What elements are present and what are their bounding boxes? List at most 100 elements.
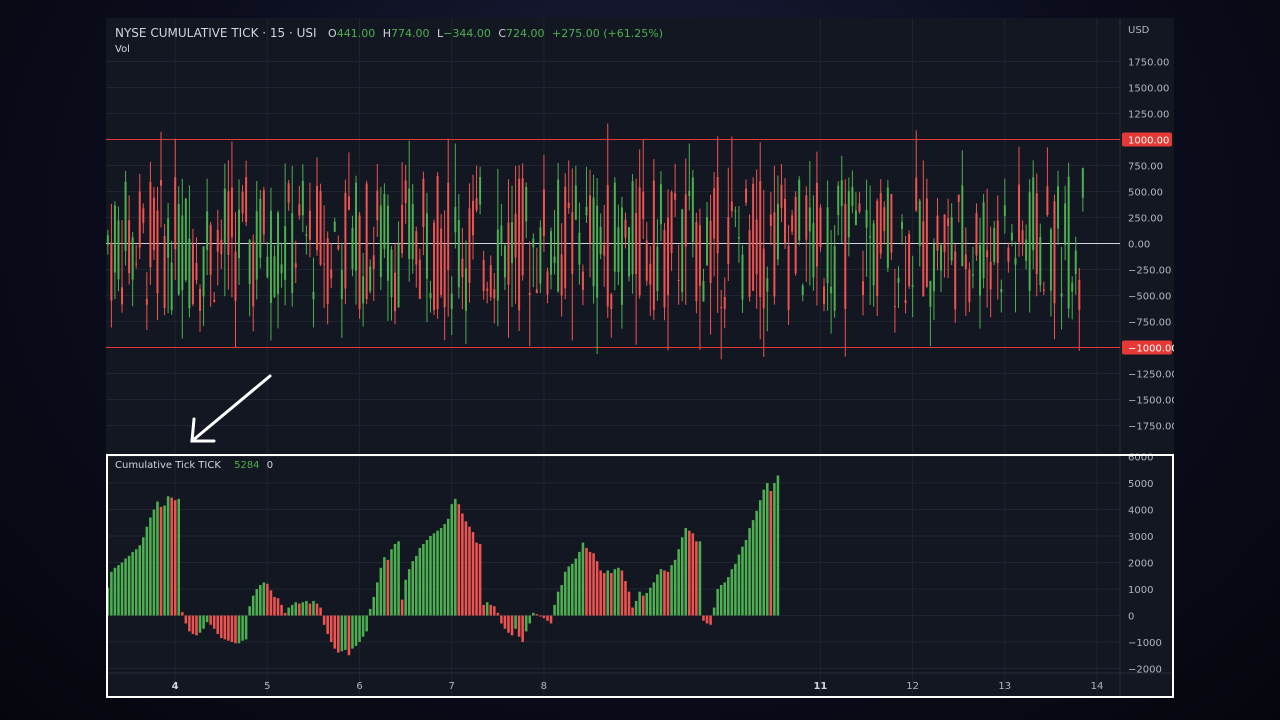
candle-body [535,289,538,294]
candle-body [199,288,202,311]
candle-body [1025,239,1028,261]
candle-body [376,190,379,221]
tick-bar [425,539,429,616]
tick-bar [110,571,113,616]
tick-bar [376,582,379,616]
tick-bar [134,549,138,616]
tick-bar [202,615,205,629]
tick-bar [503,615,507,629]
price-tick-label: 250.00 [1128,214,1163,225]
candle-body [1053,201,1056,304]
candle-body [574,185,577,220]
candle-body [769,214,772,226]
ohlc-close-key: C [498,27,507,40]
tick-bar [606,570,610,616]
tick-bar [758,500,762,616]
candle-body [808,207,811,232]
candle-body [652,180,655,311]
candle-body [365,183,368,300]
indicator-legend[interactable]: Cumulative Tick TICK 5284 0 [115,460,277,471]
candle-body [915,177,918,211]
candle-body [305,234,308,236]
candle-body [436,176,439,310]
candle-body [982,202,985,279]
tick-bar [251,595,255,616]
candle-body [486,288,489,292]
time-tick-label: 7 [448,681,454,692]
candle-body [922,221,925,297]
tick-bar [329,615,333,642]
volume-label[interactable]: Vol [115,44,130,55]
indicator-tick-label: 3000 [1128,532,1153,543]
candle-body [294,263,297,268]
candle-body [135,263,138,265]
price-tick-label: 0.00 [1128,240,1150,251]
candle-body [284,226,287,281]
candle-body [557,179,560,292]
tick-bar [563,571,567,616]
candle-body [1057,186,1060,229]
candle-body [418,259,421,299]
candle-body [596,205,599,298]
tick-bar [677,549,680,616]
tick-bar [649,587,652,616]
candle-body [762,248,765,309]
tick-bar [454,498,457,616]
candle-body [181,215,184,291]
candle-body [957,194,960,203]
candle-body [876,200,879,297]
symbol-title[interactable]: NYSE CUMULATIVE TICK · 15 · USI [115,26,317,40]
candle-body [883,207,886,231]
candle-body [631,181,634,275]
tick-bar [493,606,496,616]
tick-bar [361,615,365,637]
tick-bar [262,582,266,616]
candle-body [893,306,896,308]
candle-body [571,212,574,274]
level-badge-label: 1000.00 [1128,136,1169,147]
candle-body [879,193,882,254]
tick-bar [638,591,641,616]
candle-body [401,204,404,254]
tick-bar [184,615,188,624]
candle-body [1067,176,1070,309]
ohlc-open-value: 441.00 [336,27,376,40]
candle-body [1018,184,1021,242]
tick-bar [198,615,202,633]
candle-body [383,194,386,249]
candle-body [908,234,911,287]
candle-body [511,222,514,264]
candle-body [929,280,932,307]
tick-bar [290,604,294,616]
tick-bar [273,596,276,616]
candle-body [706,216,709,266]
tick-bar [191,615,195,635]
indicator-zero: 0 [266,460,274,471]
tick-bar [571,563,574,616]
candle-body [525,186,528,222]
tick-bar [446,518,450,616]
chart-canvas[interactable]: 1750.001500.001250.001000.00750.00500.00… [106,18,1174,698]
time-tick-label: 13 [998,681,1011,692]
tick-bar [659,569,663,616]
candle-body [394,272,397,312]
candle-body [659,184,662,225]
tick-bar [666,571,670,616]
tick-bar [106,587,110,616]
tick-bar [521,615,524,642]
candle-body [191,244,194,305]
candle-body [603,245,606,256]
tick-bar [269,590,273,616]
tick-bar [734,563,737,616]
candle-body [429,293,432,299]
tick-bar [173,500,177,616]
candle-body [801,285,804,296]
tick-bar [695,541,698,616]
tick-bar [766,483,769,616]
tick-bar [663,570,666,616]
tick-bar [524,615,528,632]
tick-bar [744,539,748,616]
tick-bar [333,615,337,649]
indicator-title: Cumulative Tick TICK [115,460,221,471]
candle-body [308,210,311,240]
